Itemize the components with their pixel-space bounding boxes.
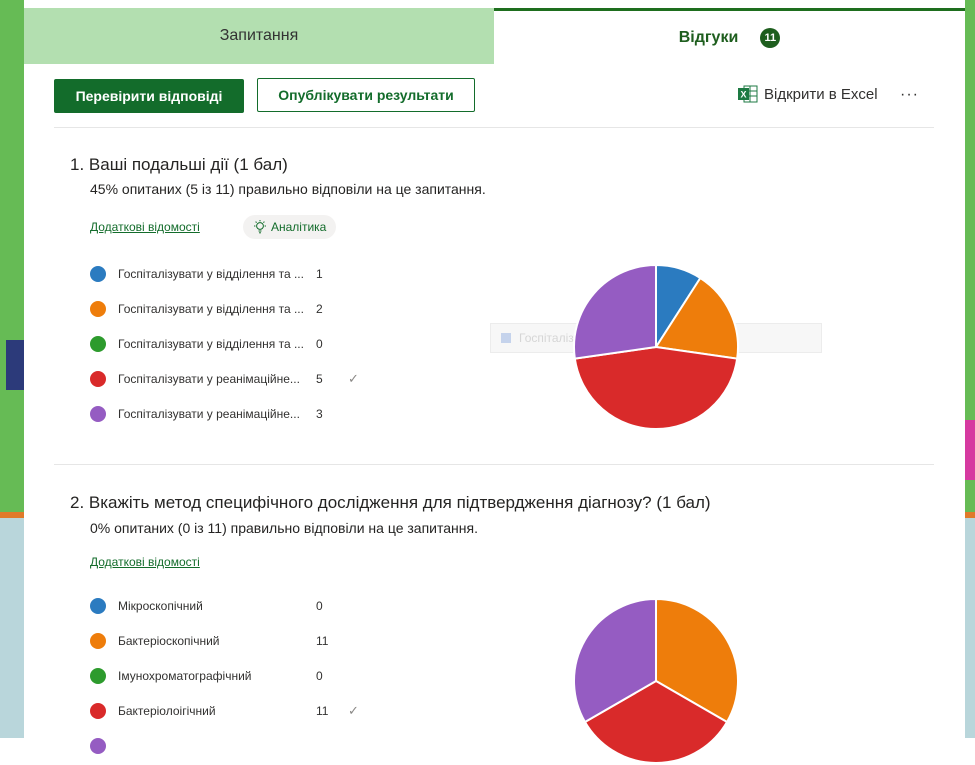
legend-label: Госпіталізувати у реанімаційне... [118, 406, 300, 421]
tab-questions[interactable]: Запитання [24, 8, 494, 64]
legend-dot-blue [90, 265, 106, 282]
open-in-excel-label: Відкрити в Excel [764, 85, 878, 103]
question-2-pie-chart [573, 597, 739, 764]
correct-check-icon: ✓ [348, 702, 359, 718]
open-in-excel-button[interactable]: X Відкрити в Excel [738, 85, 878, 103]
more-options-button[interactable]: ··· [900, 86, 919, 104]
legend-item: Бактеріоскопічний 11 [90, 623, 359, 658]
tab-responses[interactable]: Відгуки 11 [494, 8, 965, 64]
question-1-summary: 45% опитаних (5 із 11) правильно відпові… [90, 181, 486, 197]
question-1-title: 1. Ваші подальші дії (1 бал) [70, 155, 288, 174]
divider [54, 464, 934, 465]
legend-count: 5 [316, 371, 323, 386]
legend-label: Бактеріолоігічний [118, 703, 216, 718]
legend-dot-purple [90, 737, 106, 754]
question-2-title: 2. Вкажіть метод специфічного дослідженн… [70, 493, 711, 512]
background-right-lower [965, 518, 975, 738]
legend-label: Госпіталізувати у відділення та ... [118, 336, 304, 351]
legend-label: Госпіталізувати у реанімаційне... [118, 371, 300, 386]
legend-item: Госпіталізувати у відділення та ... 2 [90, 291, 359, 326]
legend-dot-green [90, 335, 106, 352]
question-2-legend: Мікроскопічний 0 Бактеріоскопічний 11 Ім… [90, 588, 359, 763]
background-decoration-right [965, 420, 975, 480]
legend-label: Госпіталізувати у відділення та ... [118, 266, 304, 281]
tooltip-swatch [501, 333, 511, 343]
legend-label: Госпіталізувати у відділення та ... [118, 301, 304, 316]
tab-responses-label: Відгуки [678, 28, 739, 46]
background-left-lower [0, 518, 24, 738]
legend-item: Госпіталізувати у реанімаційне... 5 ✓ [90, 361, 359, 396]
question-1-pie-chart [573, 263, 739, 430]
legend-item: Імунохроматографічний 0 [90, 658, 359, 693]
legend-item: Госпіталізувати у відділення та ... 0 [90, 326, 359, 361]
legend-count: 0 [316, 668, 323, 683]
legend-dot-red [90, 702, 106, 719]
legend-item: Бактеріолоігічний 11 ✓ [90, 693, 359, 728]
legend-dot-red [90, 370, 106, 387]
tab-questions-label: Запитання [219, 27, 299, 44]
analytics-button[interactable]: Аналітика [243, 215, 337, 239]
pie-slice[interactable] [573, 263, 657, 360]
legend-dot-purple [90, 405, 106, 422]
question-2-details-link[interactable]: Додаткові відомості [90, 555, 200, 569]
legend-count: 3 [316, 406, 323, 421]
publish-results-button[interactable]: Опублікувати результати [257, 78, 475, 112]
question-2-summary: 0% опитаних (0 із 11) правильно відповіл… [90, 520, 478, 536]
excel-icon: X [738, 85, 758, 103]
legend-dot-orange [90, 300, 106, 317]
top-strip [24, 0, 965, 8]
background-decoration-left [6, 340, 24, 390]
correct-check-icon: ✓ [348, 370, 359, 386]
legend-label: Мікроскопічний [118, 598, 203, 613]
legend-count: 2 [316, 301, 323, 316]
legend-label: Імунохроматографічний [118, 668, 252, 683]
question-1-legend: Госпіталізувати у відділення та ... 1 Го… [90, 256, 359, 431]
svg-text:X: X [740, 90, 746, 100]
review-answers-button[interactable]: Перевірити відповіді [54, 79, 244, 113]
legend-item: Госпіталізувати у реанімаційне... 3 [90, 396, 359, 431]
pie-slice[interactable] [573, 345, 739, 430]
legend-count: 11 [316, 703, 329, 718]
legend-item: Госпіталізувати у відділення та ... 1 [90, 256, 359, 291]
divider [54, 127, 934, 128]
legend-dot-blue [90, 597, 106, 614]
question-1-details-link[interactable]: Додаткові відомості [90, 220, 200, 234]
legend-count: 1 [316, 266, 323, 281]
legend-item: Мікроскопічний 0 [90, 588, 359, 623]
legend-count: 0 [316, 336, 323, 351]
legend-dot-orange [90, 632, 106, 649]
legend-count: 11 [316, 633, 329, 648]
analytics-label: Аналітика [271, 220, 327, 234]
responses-panel: Запитання Відгуки 11 Перевірити відповід… [24, 8, 965, 764]
responses-count-badge: 11 [760, 27, 781, 48]
lightbulb-icon [254, 220, 266, 234]
legend-count: 0 [316, 598, 323, 613]
legend-item [90, 728, 359, 763]
legend-label: Бактеріоскопічний [118, 633, 220, 648]
legend-dot-green [90, 667, 106, 684]
